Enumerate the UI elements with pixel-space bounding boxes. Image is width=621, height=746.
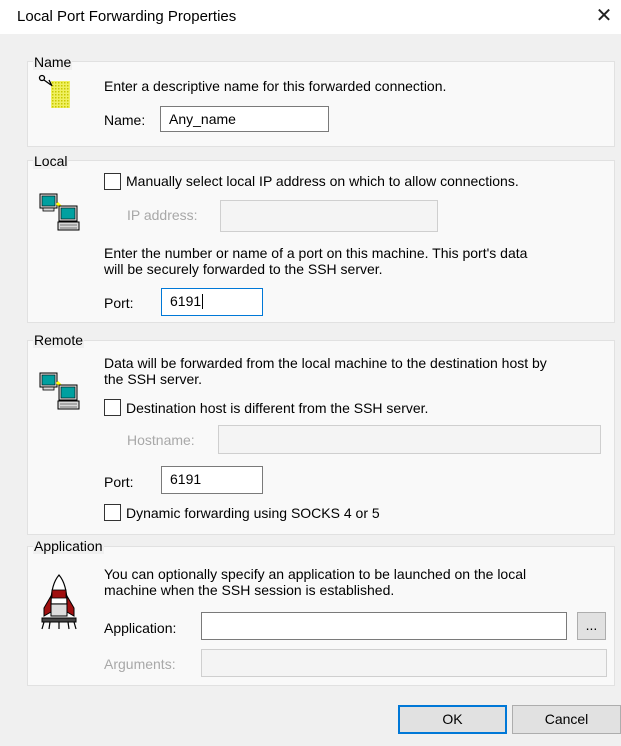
remote-port-label: Port: <box>104 474 134 490</box>
tag-icon <box>38 74 70 108</box>
ip-address-label: IP address: <box>127 207 198 223</box>
close-icon[interactable]: ✕ <box>590 2 618 30</box>
application-description-line1: You can optionally specify an applicatio… <box>104 566 527 582</box>
destination-different-checkbox[interactable] <box>104 399 121 416</box>
local-description-line1: Enter the number or name of a port on th… <box>104 245 528 261</box>
manual-ip-checkbox[interactable] <box>104 173 121 190</box>
name-section <box>27 61 615 147</box>
name-label: Name: <box>104 112 146 128</box>
application-label: Application: <box>104 620 177 636</box>
application-input[interactable] <box>201 612 567 640</box>
name-section-legend: Name <box>33 54 73 70</box>
cancel-button[interactable]: Cancel <box>512 705 621 734</box>
dialog-title: Local Port Forwarding Properties <box>17 8 237 25</box>
remote-port-input[interactable]: 6191 <box>161 466 263 494</box>
local-description-line2: will be securely forwarded to the SSH se… <box>104 261 383 277</box>
hostname-input[interactable] <box>218 425 601 454</box>
name-input[interactable]: Any_name <box>160 106 329 132</box>
computer-icon <box>39 193 80 231</box>
rocket-icon <box>41 574 77 630</box>
destination-different-label: Destination host is different from the S… <box>126 400 429 416</box>
remote-description-line1: Data will be forwarded from the local ma… <box>104 355 547 371</box>
application-description-line2: machine when the SSH session is establis… <box>104 582 395 598</box>
manual-ip-label: Manually select local IP address on whic… <box>126 173 519 189</box>
local-port-value: 6191 <box>170 293 202 309</box>
ip-address-input[interactable] <box>220 200 438 232</box>
local-section-legend: Local <box>33 153 69 169</box>
dynamic-forwarding-checkbox[interactable] <box>104 504 121 521</box>
ok-button[interactable]: OK <box>398 705 507 734</box>
local-port-input[interactable]: 6191 <box>161 288 263 316</box>
computer-icon <box>39 372 80 410</box>
name-description: Enter a descriptive name for this forwar… <box>104 78 447 94</box>
dynamic-forwarding-label: Dynamic forwarding using SOCKS 4 or 5 <box>126 505 380 521</box>
text-caret <box>202 294 204 309</box>
application-section-legend: Application <box>33 538 104 554</box>
browse-button[interactable]: ... <box>577 612 606 640</box>
remote-description-line2: the SSH server. <box>104 371 203 387</box>
local-port-label: Port: <box>104 295 134 311</box>
remote-section-legend: Remote <box>33 332 85 348</box>
hostname-label: Hostname: <box>127 432 195 448</box>
arguments-input[interactable] <box>201 649 607 677</box>
arguments-label: Arguments: <box>104 656 176 672</box>
